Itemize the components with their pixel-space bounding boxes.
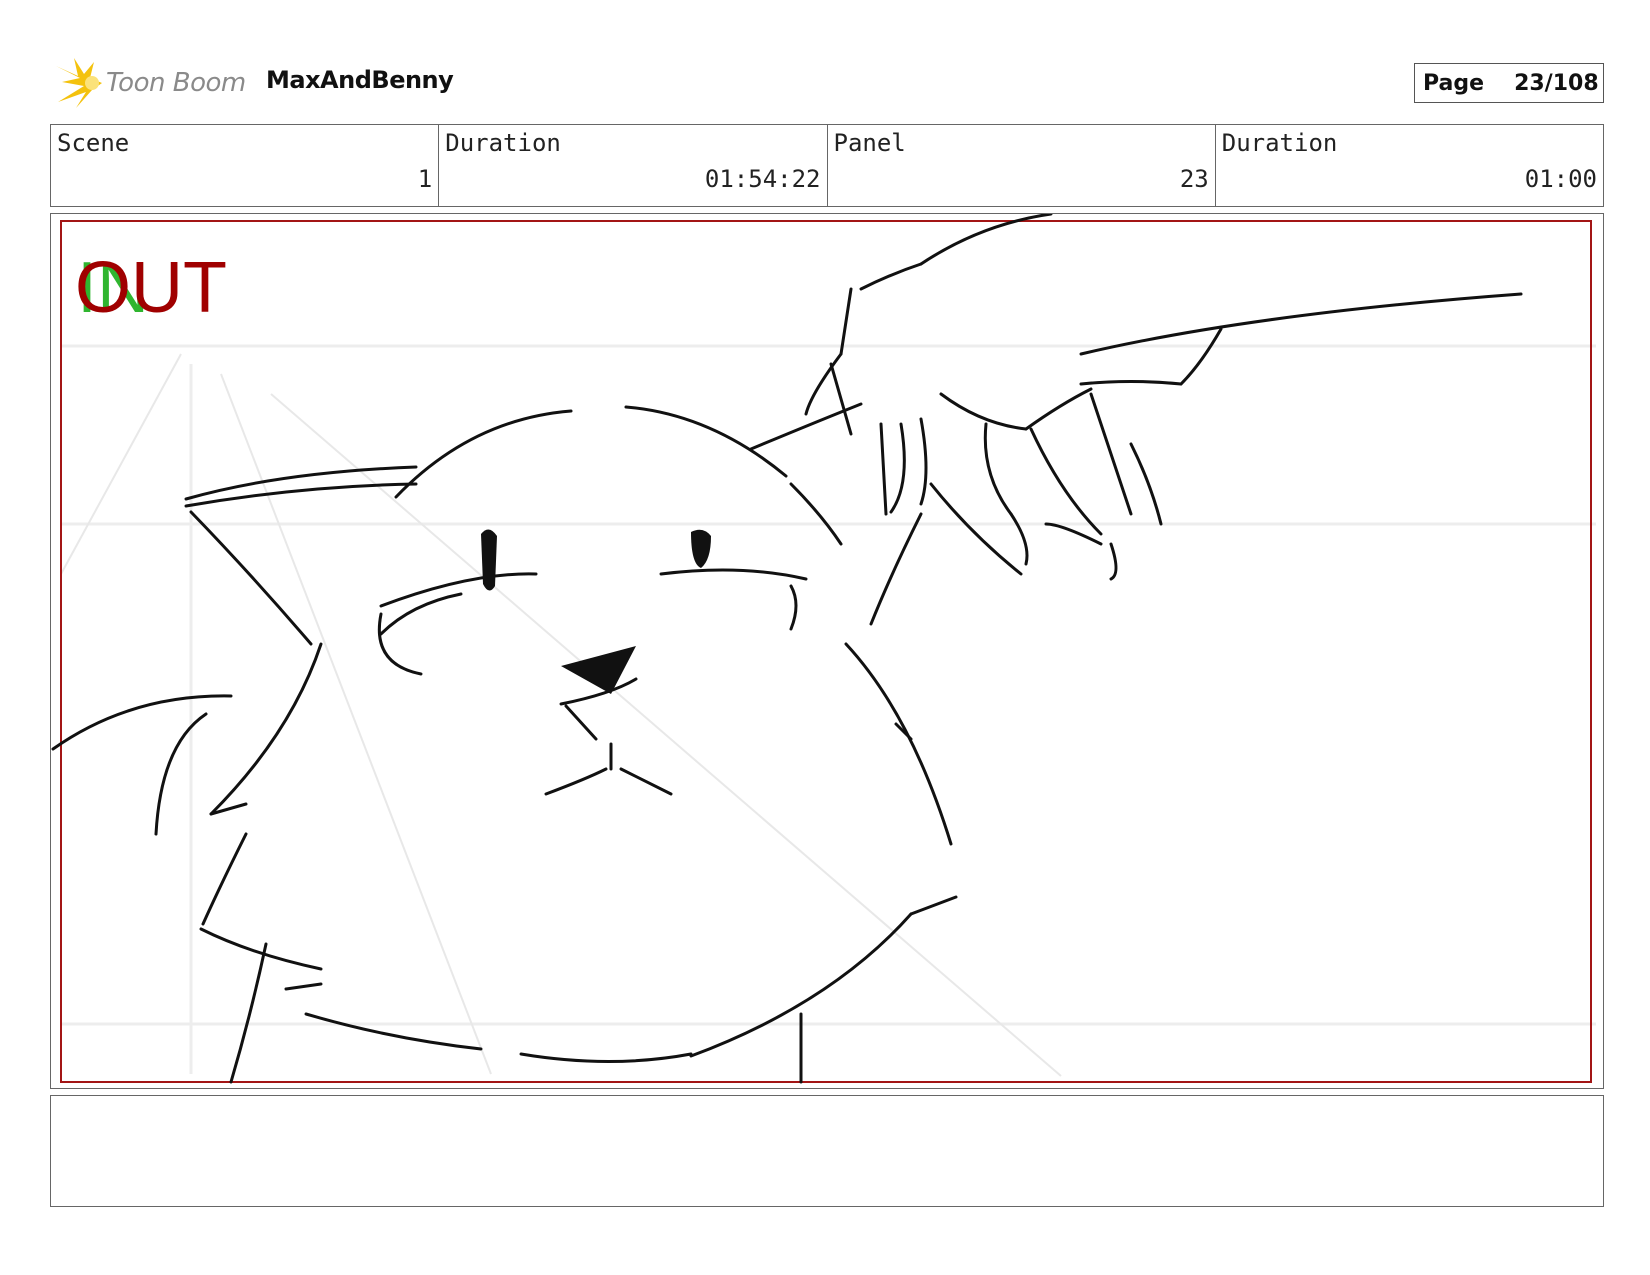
page-number: 23/108 (1514, 70, 1599, 96)
panel-cell: Panel 23 (828, 125, 1216, 206)
panel-duration-label: Duration (1221, 129, 1338, 157)
perspective-lines (60, 353, 1062, 1077)
sketch-fills (481, 529, 711, 694)
storyboard-panel: IN OUT (50, 213, 1604, 1089)
page-label: Page (1423, 70, 1485, 96)
scene-label: Scene (57, 129, 130, 157)
scene-duration-cell: Duration 01:54:22 (439, 125, 828, 206)
notes-box (50, 1095, 1604, 1207)
out-marker: OUT (75, 248, 227, 328)
scene-value: 1 (417, 165, 433, 193)
scene-cell: Scene 1 (51, 125, 440, 206)
toon-boom-logo: Toon Boom (54, 56, 246, 110)
logo-text: Toon Boom (106, 68, 246, 98)
panel-value: 23 (1179, 165, 1209, 193)
starburst-icon (56, 58, 102, 108)
panel-label: Panel (833, 129, 906, 157)
safe-frame (60, 220, 1592, 1083)
panel-drawing: IN OUT (51, 214, 1596, 1084)
page-indicator: Page 23/108 (1414, 63, 1604, 103)
scene-duration-label: Duration (445, 129, 561, 157)
panel-duration-value: 01:00 (1524, 165, 1597, 193)
project-title: MaxAndBenny (266, 66, 454, 94)
panel-duration-cell: Duration 01:00 (1216, 125, 1603, 206)
panel-info-table: Scene 1 Duration 01:54:22 Panel 23 Durat… (50, 124, 1604, 207)
scene-duration-value: 01:54:22 (704, 165, 821, 193)
character-sketch (51, 214, 1523, 1084)
